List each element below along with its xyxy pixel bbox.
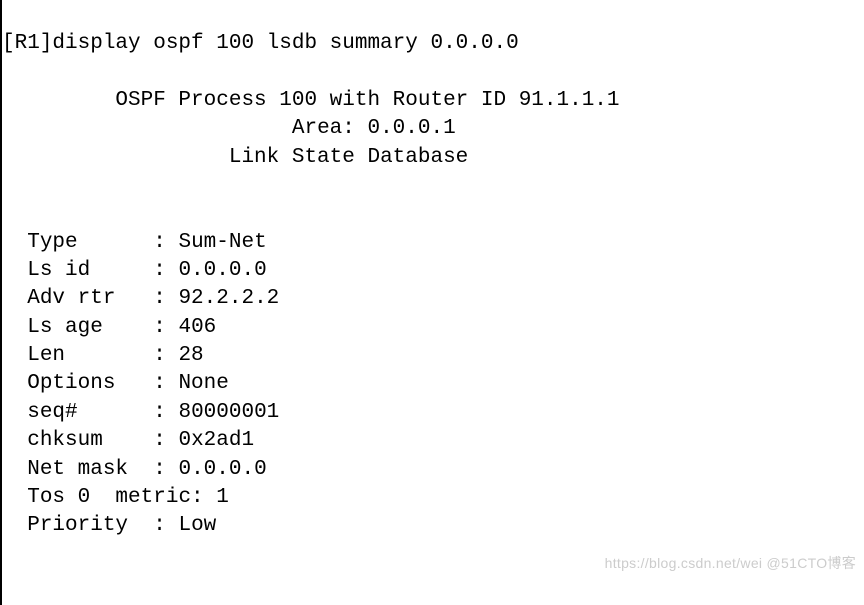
ospf-process-text: OSPF Process 100 with Router ID 91.1.1.1 [115,89,619,112]
field-type: Type : Sum-Net [2,231,267,254]
watermark-text: https://blog.csdn.net/wei @51CTO博客 [605,554,856,573]
value-ls-age: 406 [178,316,216,339]
value-type: Sum-Net [178,231,266,254]
label-ls-id: Ls id [27,259,90,282]
field-seq: seq# : 80000001 [2,401,279,424]
blank-line [2,202,15,225]
field-len: Len : 28 [2,344,204,367]
area-text: Area: 0.0.0.1 [292,117,456,140]
field-ls-id: Ls id : 0.0.0.0 [2,259,267,282]
label-len: Len [27,344,65,367]
terminal-output: [R1]display ospf 100 lsdb summary 0.0.0.… [0,0,864,605]
label-net-mask: Net mask [27,458,128,481]
label-type: Type [27,231,77,254]
blank-line [2,174,15,197]
value-tos-metric: 1 [216,486,229,509]
label-seq: seq# [27,401,77,424]
value-chksum: 0x2ad1 [178,429,254,452]
label-adv-rtr: Adv rtr [27,287,115,310]
label-priority: Priority [27,514,128,537]
value-net-mask: 0.0.0.0 [178,458,266,481]
command-line: [R1]display ospf 100 lsdb summary 0.0.0.… [2,32,519,55]
lsdb-text: Link State Database [229,146,468,169]
label-chksum: chksum [27,429,103,452]
label-options: Options [27,372,115,395]
field-net-mask: Net mask : 0.0.0.0 [2,458,267,481]
label-ls-age: Ls age [27,316,103,339]
area-line: Area: 0.0.0.1 [2,117,456,140]
value-options: None [178,372,228,395]
field-priority: Priority : Low [2,514,216,537]
ospf-process-line: OSPF Process 100 with Router ID 91.1.1.1 [2,89,620,112]
blank-line [2,61,15,84]
value-seq: 80000001 [178,401,279,424]
label-tos-metric: Tos 0 metric [27,486,191,509]
lsdb-line: Link State Database [2,146,468,169]
value-priority: Low [178,514,216,537]
value-adv-rtr: 92.2.2.2 [178,287,279,310]
value-len: 28 [178,344,203,367]
field-tos-metric: Tos 0 metric: 1 [2,486,229,509]
field-chksum: chksum : 0x2ad1 [2,429,254,452]
field-options: Options : None [2,372,229,395]
value-ls-id: 0.0.0.0 [178,259,266,282]
field-ls-age: Ls age : 406 [2,316,216,339]
field-adv-rtr: Adv rtr : 92.2.2.2 [2,287,279,310]
